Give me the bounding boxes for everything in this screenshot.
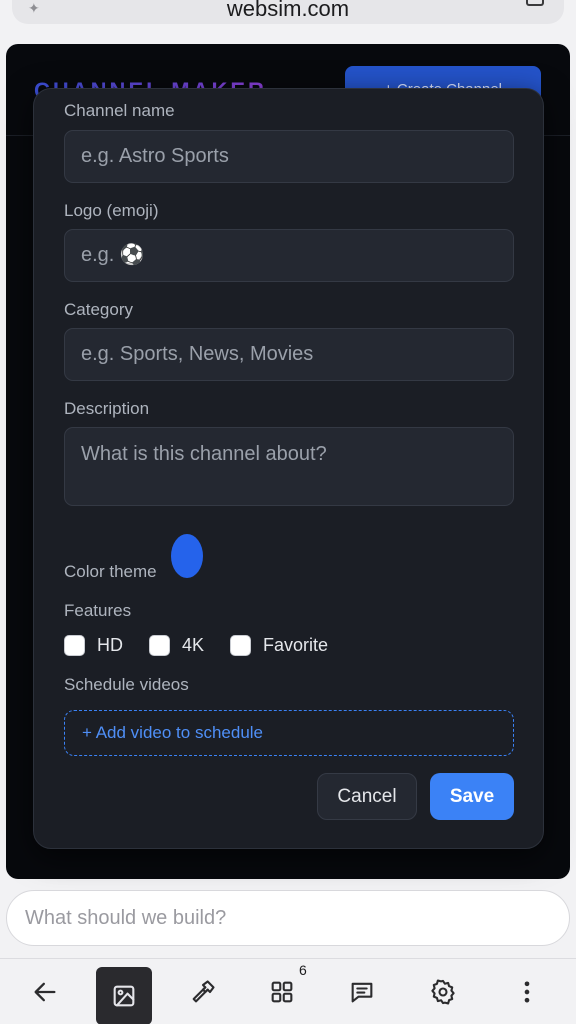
save-button[interactable]: Save (430, 773, 514, 820)
browser-url-bar[interactable]: ✦ websim.com (12, 0, 564, 24)
feature-favorite-checkbox[interactable] (230, 635, 252, 656)
cancel-button[interactable]: Cancel (317, 773, 417, 820)
features-label: Features (64, 601, 132, 620)
logo-emoji-input[interactable] (64, 229, 514, 282)
channel-name-label: Channel name (64, 101, 175, 120)
feature-hd-label: HD (97, 635, 123, 655)
back-arrow-icon (34, 982, 56, 1002)
more-vertical-icon (524, 981, 530, 1003)
create-channel-modal: Channel name Logo (emoji) Category Descr… (33, 88, 544, 849)
color-theme-picker[interactable] (171, 534, 203, 578)
more-options-button[interactable] (499, 959, 555, 1024)
chat-icon (351, 982, 373, 1003)
feature-favorite[interactable]: Favorite (230, 635, 328, 656)
settings-button[interactable] (415, 959, 471, 1024)
gear-icon (431, 979, 455, 1005)
feature-favorite-label: Favorite (263, 635, 329, 655)
bottom-toolbar (0, 958, 576, 1024)
feature-4k-label: 4K (182, 635, 205, 655)
feature-4k[interactable]: 4K (149, 635, 204, 656)
grid-icon (271, 981, 293, 1003)
schedule-label: Schedule videos (64, 675, 189, 694)
share-icon[interactable] (526, 0, 544, 6)
feature-hd-checkbox[interactable] (64, 635, 85, 656)
build-tools-button[interactable] (175, 959, 231, 1024)
image-tab-button[interactable] (96, 967, 152, 1024)
browser-url: websim.com (226, 0, 350, 21)
category-label: Category (64, 300, 133, 319)
build-prompt-input[interactable]: What should we build? (6, 890, 570, 946)
chat-button[interactable] (334, 959, 390, 1024)
description-textarea[interactable] (64, 427, 514, 506)
description-label: Description (64, 399, 150, 418)
sparkle-icon: ✦ (28, 0, 40, 16)
color-theme-label: Color theme (64, 562, 157, 581)
back-button[interactable] (17, 959, 73, 1024)
image-icon (113, 985, 135, 1007)
feature-hd[interactable]: HD (64, 635, 123, 656)
channel-name-input[interactable] (64, 130, 514, 183)
tabs-count-badge: 6 (299, 962, 307, 978)
category-input[interactable] (64, 328, 514, 381)
features-options: HD 4K Favorite (64, 635, 354, 656)
feature-4k-checkbox[interactable] (149, 635, 170, 656)
add-video-to-schedule-button[interactable]: + Add video to schedule (64, 710, 514, 756)
hammer-icon (192, 980, 215, 1003)
logo-label: Logo (emoji) (64, 201, 159, 220)
